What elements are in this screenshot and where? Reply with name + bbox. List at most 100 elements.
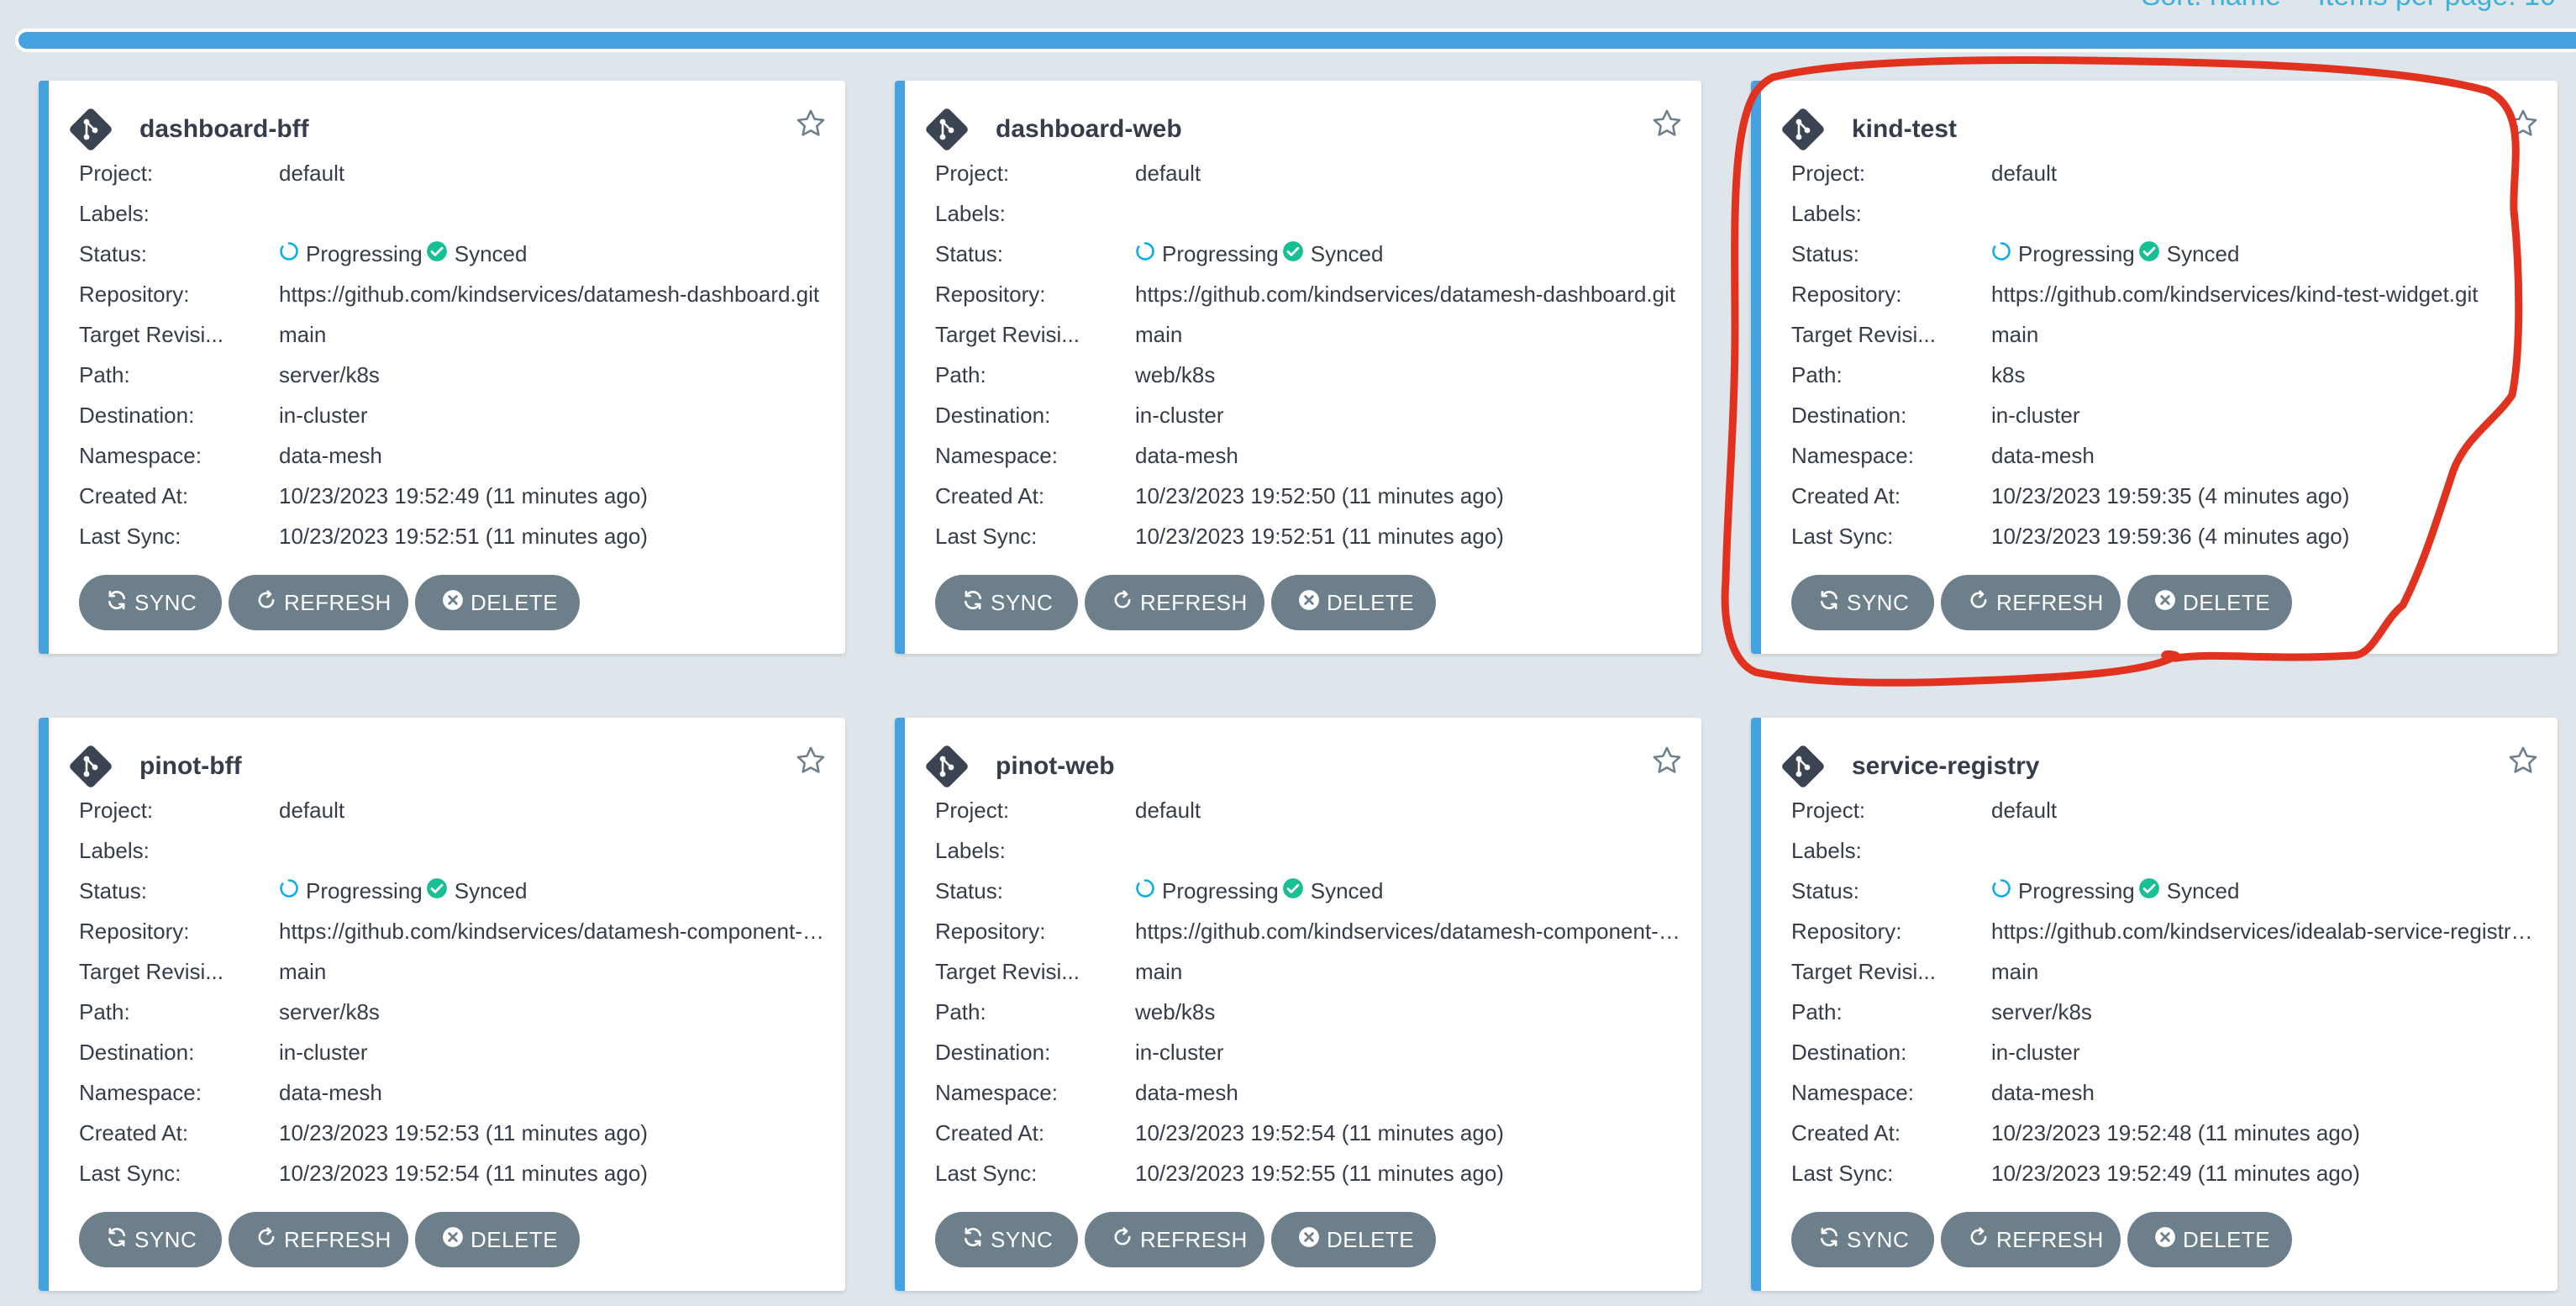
app-name[interactable]: service-registry (1852, 752, 2039, 781)
refresh-button[interactable]: REFRESH (1941, 575, 2121, 630)
git-icon (69, 108, 113, 151)
field-value-project: default (1991, 797, 2058, 823)
sync-button-label: SYNC (1847, 589, 1910, 615)
field-value-namespace: data-mesh (279, 442, 382, 468)
items-per-page-label[interactable]: Items per page: 10 (2317, 0, 2556, 12)
sync-button-label: SYNC (134, 589, 197, 615)
favorite-star-icon[interactable] (2507, 108, 2539, 140)
sync-button-label: SYNC (134, 1226, 197, 1252)
sync-button[interactable]: SYNC (1791, 1212, 1934, 1267)
field-row-created-at: Created At: 10/23/2023 19:52:50 (11 minut… (935, 476, 1681, 516)
sync-button[interactable]: SYNC (1791, 575, 1934, 630)
sync-status: Synced (1310, 240, 1384, 266)
field-label: Created At: (935, 1119, 1045, 1145)
sort-label[interactable]: Sort: name (2142, 0, 2281, 12)
field-label: Target Revisi... (79, 321, 223, 347)
refresh-button[interactable]: REFRESH (1941, 1212, 2121, 1267)
sync-button[interactable]: SYNC (935, 575, 1078, 630)
field-label: Destination: (79, 1039, 195, 1065)
field-row-last-sync: Last Sync: 10/23/2023 19:52:51 (11 minute… (935, 516, 1681, 556)
progressing-spinner-icon (1135, 878, 1162, 904)
field-row-status: Status: Progressing Synced (1791, 234, 2537, 274)
app-tile-dashboard-web[interactable]: dashboard-web Project: default Labels: Statu… (895, 81, 1701, 654)
progress-bar (15, 29, 2576, 52)
sync-button[interactable]: SYNC (935, 1212, 1078, 1267)
app-name[interactable]: dashboard-web (996, 115, 1182, 144)
field-label: Status: (79, 240, 147, 266)
field-value-path: server/k8s (1991, 998, 2092, 1024)
health-status: Progressing (2018, 240, 2135, 266)
field-label: Created At: (1791, 1119, 1901, 1145)
sync-button[interactable]: SYNC (79, 1212, 222, 1267)
favorite-star-icon[interactable] (795, 108, 827, 140)
field-value-created-at: 10/23/2023 19:52:54 (11 minutes ago) (1135, 1119, 1504, 1145)
field-value-target-revision: main (1135, 321, 1183, 347)
app-tile-pinot-bff[interactable]: pinot-bff Project: default Labels: Status: Pr… (39, 718, 845, 1291)
progressing-spinner-icon (279, 878, 306, 904)
refresh-button[interactable]: REFRESH (1085, 1212, 1264, 1267)
app-name[interactable]: pinot-bff (139, 752, 242, 781)
sync-button[interactable]: SYNC (79, 575, 222, 630)
app-name[interactable]: pinot-web (996, 752, 1115, 781)
field-row-labels: Labels: (1791, 193, 2537, 234)
sync-icon (106, 589, 134, 617)
field-label: Target Revisi... (935, 958, 1080, 984)
field-row-path: Path: server/k8s (79, 355, 825, 395)
field-value-project: default (279, 160, 345, 186)
app-tile-header: kind-test (1781, 108, 1957, 151)
delete-button[interactable]: DELETE (2127, 1212, 2292, 1267)
synced-check-icon (423, 877, 455, 905)
refresh-button[interactable]: REFRESH (1085, 575, 1264, 630)
field-value-last-sync: 10/23/2023 19:52:54 (11 minutes ago) (279, 1160, 648, 1186)
delete-button[interactable]: DELETE (415, 1212, 580, 1267)
favorite-star-icon[interactable] (2507, 745, 2539, 777)
field-label: Destination: (1791, 402, 1907, 428)
field-label: Created At: (79, 482, 189, 508)
field-value-last-sync: 10/23/2023 19:52:51 (11 minutes ago) (279, 523, 648, 549)
favorite-star-icon[interactable] (1651, 108, 1683, 140)
field-label: Labels: (79, 837, 150, 863)
progressing-spinner-icon (279, 241, 306, 267)
app-name[interactable]: kind-test (1852, 115, 1957, 144)
favorite-star-icon[interactable] (795, 745, 827, 777)
app-tile-service-registry[interactable]: service-registry Project: default Labels: St… (1751, 718, 2558, 1291)
delete-button[interactable]: DELETE (1271, 575, 1436, 630)
field-row-destination: Destination: in-cluster (1791, 395, 2537, 435)
field-value-target-revision: main (1135, 958, 1183, 984)
field-value-created-at: 10/23/2023 19:52:50 (11 minutes ago) (1135, 482, 1504, 508)
field-value-last-sync: 10/23/2023 19:52:49 (11 minutes ago) (1991, 1160, 2360, 1186)
field-value-path: server/k8s (279, 361, 380, 387)
refresh-button[interactable]: REFRESH (229, 1212, 408, 1267)
field-row-last-sync: Last Sync: 10/23/2023 19:52:55 (11 minute… (935, 1153, 1681, 1193)
field-value-namespace: data-mesh (1991, 1079, 2095, 1105)
app-tile-kind-test[interactable]: kind-test Project: default Labels: Status: Pr… (1751, 81, 2558, 654)
field-value-repository: https://github.com/kindservices/datamesh… (279, 918, 825, 944)
field-row-namespace: Namespace: data-mesh (79, 1072, 825, 1113)
sync-status: Synced (2166, 240, 2240, 266)
field-label: Last Sync: (1791, 523, 1894, 549)
field-row-project: Project: default (79, 153, 825, 193)
delete-button[interactable]: DELETE (415, 575, 580, 630)
field-value-target-revision: main (1991, 958, 2039, 984)
delete-button-label: DELETE (471, 1226, 559, 1252)
status-value: Progressing Synced (1135, 877, 1681, 905)
field-label: Project: (935, 160, 1010, 186)
status-value: Progressing Synced (1135, 240, 1681, 268)
refresh-button-label: REFRESH (284, 589, 392, 615)
field-label: Project: (1791, 160, 1866, 186)
app-tile-pinot-web[interactable]: pinot-web Project: default Labels: Status: Pr… (895, 718, 1701, 1291)
app-name[interactable]: dashboard-bff (139, 115, 309, 144)
app-tile-dashboard-bff[interactable]: dashboard-bff Project: default Labels: Statu… (39, 81, 845, 654)
field-row-target-revision: Target Revisi... main (79, 951, 825, 992)
favorite-star-icon[interactable] (1651, 745, 1683, 777)
health-status: Progressing (306, 240, 423, 266)
delete-button[interactable]: DELETE (1271, 1212, 1436, 1267)
app-tile-header: dashboard-bff (69, 108, 309, 151)
refresh-button[interactable]: REFRESH (229, 575, 408, 630)
app-tile-header: service-registry (1781, 745, 2039, 788)
delete-button[interactable]: DELETE (2127, 575, 2292, 630)
field-row-namespace: Namespace: data-mesh (935, 435, 1681, 476)
field-value-created-at: 10/23/2023 19:52:53 (11 minutes ago) (279, 1119, 648, 1145)
refresh-icon (1112, 589, 1140, 617)
field-row-last-sync: Last Sync: 10/23/2023 19:52:49 (11 minute… (1791, 1153, 2537, 1193)
